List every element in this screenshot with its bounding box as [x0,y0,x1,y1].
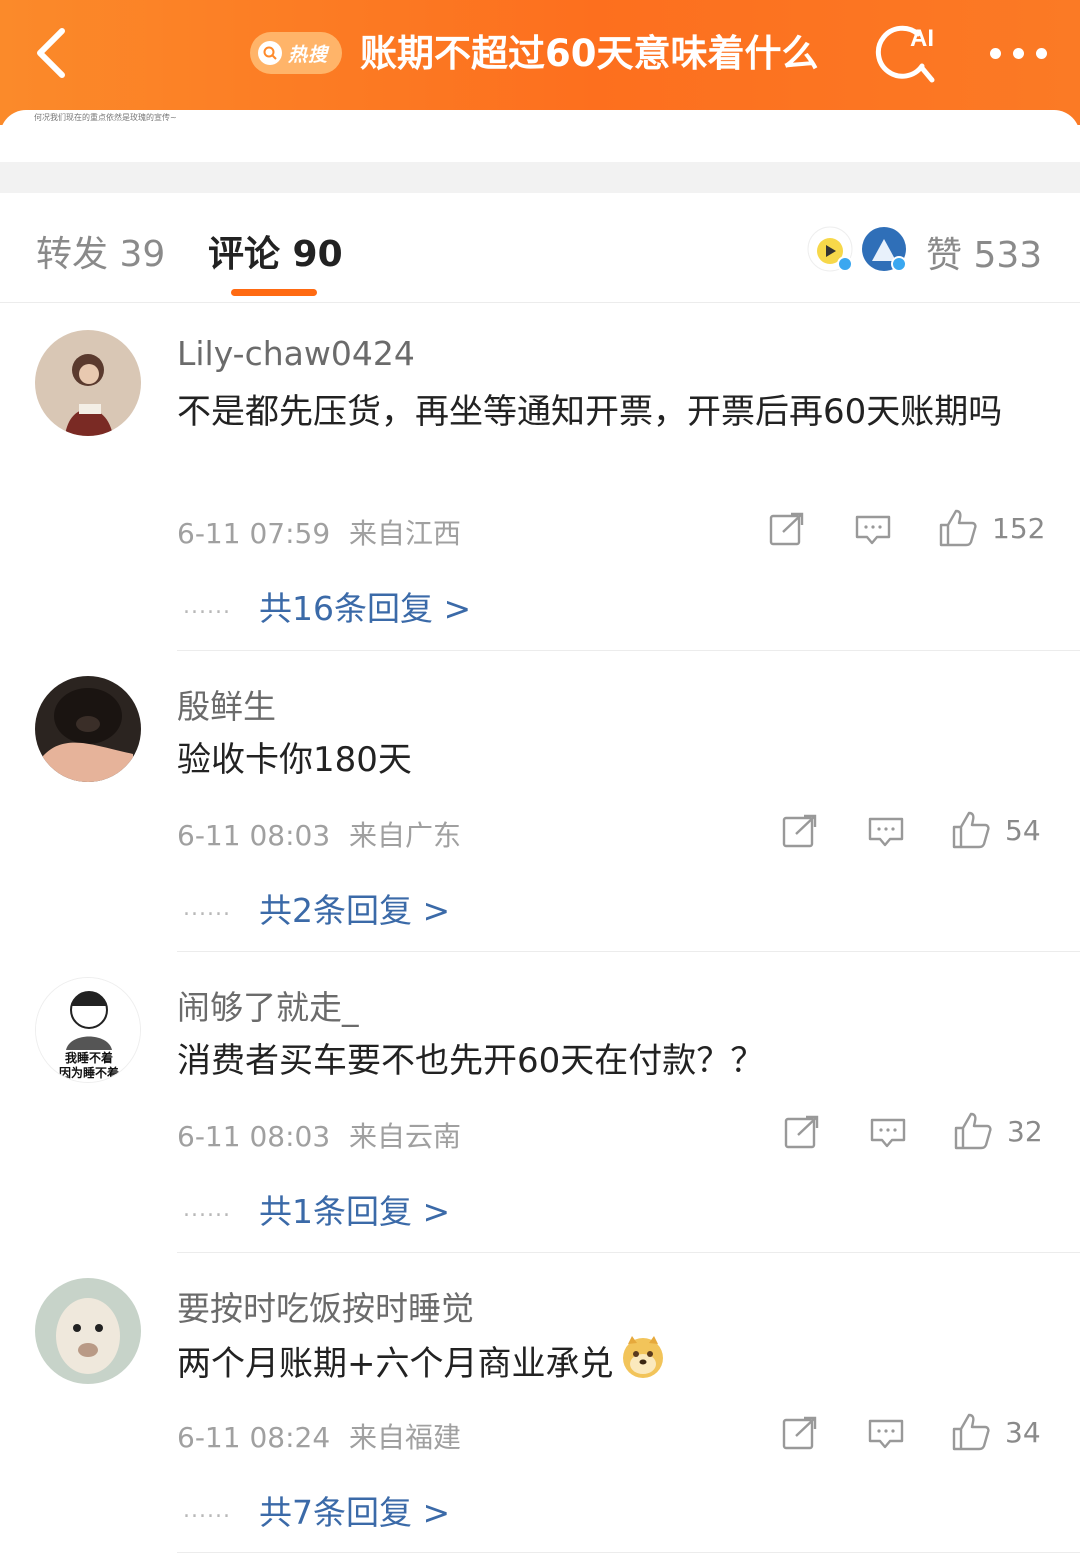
reply-count-label: 共7条回复 > [259,1493,451,1532]
post-snippet: 何况我们现在的重点依然是玫瑰的宣传~ [34,113,177,122]
more-button[interactable] [984,38,1052,68]
reply-button[interactable] [868,1418,904,1450]
reply-button[interactable] [870,1117,906,1149]
chevron-left-icon [37,28,65,78]
comment-icon [868,1419,904,1449]
avatar[interactable] [35,330,141,436]
comment-text: 消费者买车要不也先开60天在付款？？ [177,1041,765,1081]
interaction-tabs: 转发 39 评论 90 赞 533 [0,193,1080,303]
comment-time: 6-11 08:03 [177,1120,331,1153]
like-count: 32 [1007,1114,1043,1148]
comment-icon [855,515,891,545]
avatar[interactable]: 我睡不着 因为睡不着 [35,977,141,1083]
replies-link[interactable]: ...... 共2条回复 > [183,884,450,932]
like-button[interactable]: 32 [953,1111,1043,1151]
replies-link[interactable]: ...... 共16条回复 > [183,582,471,630]
tab-comment[interactable]: 评论 90 [208,225,343,277]
dots-separator: ...... [183,1196,231,1222]
avatar[interactable] [35,1278,141,1384]
comment-meta: 6-11 07:59 来自江西 [177,512,461,552]
comment-divider [177,1552,1080,1553]
reply-count-label: 共1条回复 > [259,1192,451,1231]
ai-label: AI [910,25,934,52]
comment-divider [177,1252,1080,1253]
comment-icon [868,817,904,847]
thumbs-up-icon [939,509,977,547]
replies-link[interactable]: ...... 共7条回复 > [183,1486,450,1534]
comment-time: 6-11 08:03 [177,819,331,852]
liker-avatar[interactable] [806,225,853,272]
comment-text: 不是都先压货，再坐等通知开票，开票后再60天账期吗 [177,392,1003,432]
comment-username[interactable]: 要按时吃饭按时睡觉 [177,1282,474,1330]
reply-button[interactable] [868,816,904,848]
share-button[interactable] [782,1416,818,1450]
reply-button[interactable] [855,514,891,546]
comment-meta: 6-11 08:03 来自云南 [177,1115,461,1155]
top-bar: 热搜 账期不超过60天意味着什么 AI [0,0,1080,125]
reply-count-label: 共2条回复 > [259,891,451,930]
share-icon [769,512,804,546]
search-icon [258,41,282,65]
like-button[interactable]: 54 [951,810,1041,850]
share-icon [782,1416,817,1450]
comment-time: 6-11 07:59 [177,517,331,550]
share-icon [784,1115,819,1149]
active-tab-indicator [231,289,317,296]
dots-separator: ...... [183,1497,231,1523]
hot-search-badge[interactable]: 热搜 [250,32,342,74]
thumbs-up-icon [952,811,990,849]
comment-username[interactable]: 闹够了就走_ [177,981,359,1029]
comment-username[interactable]: 殷鲜生 [177,680,276,728]
share-button[interactable] [784,1115,820,1149]
comment-divider [177,650,1080,651]
like-button[interactable]: 152 [938,508,1045,548]
post-card-bottom: 何况我们现在的重点依然是玫瑰的宣传~ [0,110,1080,165]
page-title: 账期不超过60天意味着什么 [360,32,819,75]
like-count: 152 [992,511,1046,545]
ai-search-icon: AI [875,25,935,83]
avatar[interactable] [35,676,141,782]
reply-count-label: 共16条回复 > [259,589,472,628]
comment-icon [870,1118,906,1148]
comment-meta: 6-11 08:03 来自广东 [177,814,461,854]
comment-time: 6-11 08:24 [177,1421,331,1454]
back-button[interactable] [22,18,78,88]
dots-separator: ...... [183,895,231,921]
thumbs-up-icon [952,1413,990,1451]
avatar-caption: 我睡不着 [65,1050,113,1065]
comment-text: 两个月账期+六个月商业承兑 [177,1334,1037,1397]
liker-avatar[interactable] [860,225,907,272]
comment-location: 来自江西 [349,517,462,550]
doge-emoji-icon [620,1334,666,1397]
section-divider [0,162,1080,193]
thumbs-up-icon [954,1112,992,1150]
comment-location: 来自云南 [349,1120,462,1153]
like-count: 34 [1005,1415,1041,1449]
comment-text: 验收卡你180天 [177,740,412,780]
comment-divider [177,951,1080,952]
comment-location: 来自福建 [349,1421,462,1454]
more-dots-icon [989,47,1001,59]
likes-count[interactable]: 赞 533 [926,226,1042,278]
share-button[interactable] [782,814,818,848]
comment-location: 来自广东 [349,819,462,852]
comment-meta: 6-11 08:24 来自福建 [177,1416,461,1456]
avatar-caption: 因为睡不着 [59,1065,119,1080]
dots-separator: ...... [183,593,231,619]
replies-link[interactable]: ...... 共1条回复 > [183,1185,450,1233]
like-button[interactable]: 34 [951,1412,1041,1452]
like-count: 54 [1005,813,1041,847]
share-button[interactable] [769,512,805,546]
hot-search-label: 热搜 [288,43,329,66]
ai-search-button[interactable]: AI [872,18,942,88]
comment-text-content: 两个月账期+六个月商业承兑 [177,1344,614,1384]
comment-username[interactable]: Lily-chaw0424 [177,334,415,373]
share-icon [782,814,817,848]
tab-repost[interactable]: 转发 39 [36,225,165,277]
